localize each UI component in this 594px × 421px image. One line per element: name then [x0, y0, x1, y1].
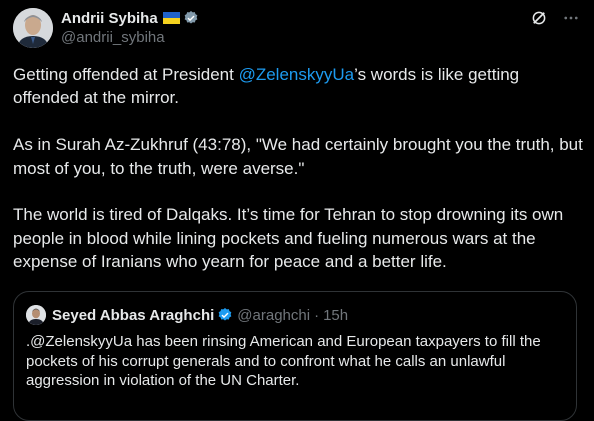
author-avatar[interactable]	[13, 8, 53, 48]
more-options-icon[interactable]	[562, 9, 580, 27]
verified-badge-icon[interactable]	[217, 307, 233, 323]
post-actions-top	[530, 9, 580, 27]
post-text-segment: Getting offended at President	[13, 65, 239, 84]
quoted-author-avatar[interactable]	[26, 305, 46, 325]
meta-separator: ·	[314, 306, 320, 324]
post-paragraph: As in Surah Az-Zukhruf (43:78), "We had …	[13, 135, 583, 178]
post-text: Getting offended at President @Zelenskyy…	[13, 63, 583, 274]
grok-icon[interactable]	[530, 9, 548, 27]
quoted-post-header: Seyed Abbas Araghchi @araghchi · 15h	[26, 304, 348, 326]
quoted-author-handle[interactable]: @araghchi	[237, 307, 310, 324]
author-handle[interactable]: @andrii_sybiha	[61, 29, 199, 46]
post-paragraph: Getting offended at President @Zelenskyy…	[13, 63, 583, 110]
quoted-post-text: .@ZelenskyyUa has been rinsing American …	[26, 333, 541, 390]
author-block: Andrii Sybiha @andrii_sybiha	[61, 8, 199, 46]
mention-link[interactable]: @ZelenskyyUa	[239, 65, 355, 84]
post-paragraph: The world is tired of Dalqaks. It’s time…	[13, 205, 564, 272]
ukraine-flag-icon	[162, 12, 180, 24]
quoted-author-name[interactable]: Seyed Abbas Araghchi	[52, 307, 214, 324]
verified-badge-icon[interactable]	[183, 10, 199, 26]
author-name-row: Andrii Sybiha	[61, 8, 199, 28]
quoted-post-time[interactable]: 15h	[323, 307, 348, 324]
author-name[interactable]: Andrii Sybiha	[61, 10, 158, 27]
